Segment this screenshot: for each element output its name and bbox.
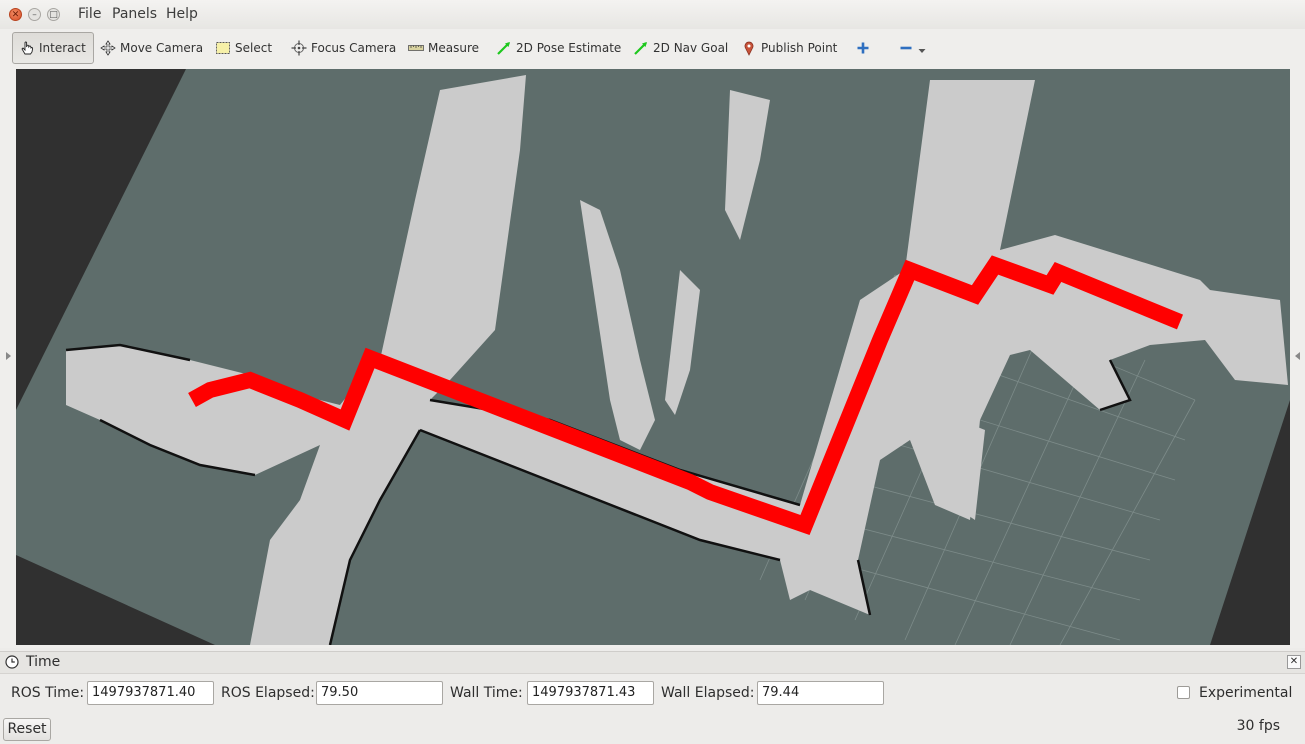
select-tool[interactable]: Select	[215, 33, 272, 63]
wall-time-label: Wall Time:	[450, 685, 523, 701]
close-icon[interactable]: ✕	[1287, 655, 1301, 669]
green-arrow-icon	[496, 40, 512, 56]
measure-tool[interactable]: Measure	[408, 33, 479, 63]
measure-tool-label: Measure	[428, 41, 479, 55]
ros-time-field[interactable]: 1497937871.40	[87, 681, 214, 705]
minus-icon	[898, 40, 914, 56]
wall-elapsed-field[interactable]: 79.44	[757, 681, 884, 705]
experimental-checkbox[interactable]	[1177, 686, 1190, 699]
reset-button[interactable]: Reset	[3, 718, 51, 741]
right-dock-expand-icon[interactable]	[1295, 352, 1300, 360]
focus-camera-tool[interactable]: Focus Camera	[291, 33, 396, 63]
window-close-button[interactable]: ✕	[9, 8, 22, 21]
menu-panels[interactable]: Panels	[112, 6, 157, 22]
pose-estimate-tool[interactable]: 2D Pose Estimate	[496, 33, 621, 63]
wall-elapsed-label: Wall Elapsed:	[661, 685, 755, 701]
focus-camera-icon	[291, 40, 307, 56]
time-panel-title: Time	[26, 654, 61, 670]
select-box-icon	[215, 40, 231, 56]
green-arrow-icon	[633, 40, 649, 56]
fps-readout: 30 fps	[1236, 718, 1280, 734]
publish-point-tool[interactable]: Publish Point	[741, 33, 837, 63]
move-camera-tool[interactable]: Move Camera	[100, 33, 203, 63]
remove-tool-button[interactable]	[898, 33, 930, 63]
experimental-label: Experimental	[1199, 685, 1293, 701]
nav-goal-tool[interactable]: 2D Nav Goal	[633, 33, 728, 63]
menu-file[interactable]: File	[78, 6, 101, 22]
occupancy-map	[16, 69, 1290, 645]
ros-elapsed-field[interactable]: 79.50	[316, 681, 443, 705]
ros-elapsed-label: ROS Elapsed:	[221, 685, 315, 701]
time-panel-header: Time ✕	[0, 651, 1305, 674]
interact-tool[interactable]: Interact	[12, 32, 94, 64]
focus-camera-tool-label: Focus Camera	[311, 41, 397, 55]
window-minimize-button[interactable]: –	[28, 8, 41, 21]
publish-point-tool-label: Publish Point	[761, 41, 838, 55]
nav-goal-tool-label: 2D Nav Goal	[653, 41, 729, 55]
add-tool-button[interactable]	[855, 33, 875, 63]
menu-bar: ✕ – □ File Panels Help	[0, 0, 1305, 29]
map-pin-icon	[741, 40, 757, 56]
window-maximize-button[interactable]: □	[47, 8, 60, 21]
pose-estimate-tool-label: 2D Pose Estimate	[516, 41, 622, 55]
toolbar: Interact Move Camera Select Focus Camera…	[0, 29, 1305, 68]
ruler-icon	[408, 40, 424, 56]
status-bar: Reset 30 fps	[0, 714, 1305, 744]
left-dock-expand-icon[interactable]	[6, 352, 11, 360]
render-viewport[interactable]	[16, 69, 1290, 645]
move-camera-tool-label: Move Camera	[120, 41, 204, 55]
interact-tool-label: Interact	[39, 41, 86, 55]
wall-time-field[interactable]: 1497937871.43	[527, 681, 654, 705]
ros-time-label: ROS Time:	[11, 685, 85, 701]
hand-pointer-icon	[19, 40, 35, 56]
time-panel: ROS Time: 1497937871.40 ROS Elapsed: 79.…	[0, 676, 1305, 712]
menu-help[interactable]: Help	[166, 6, 198, 22]
plus-icon	[855, 40, 871, 56]
chevron-down-icon	[918, 40, 926, 56]
move-camera-icon	[100, 40, 116, 56]
select-tool-label: Select	[235, 41, 273, 55]
clock-icon	[5, 655, 19, 673]
